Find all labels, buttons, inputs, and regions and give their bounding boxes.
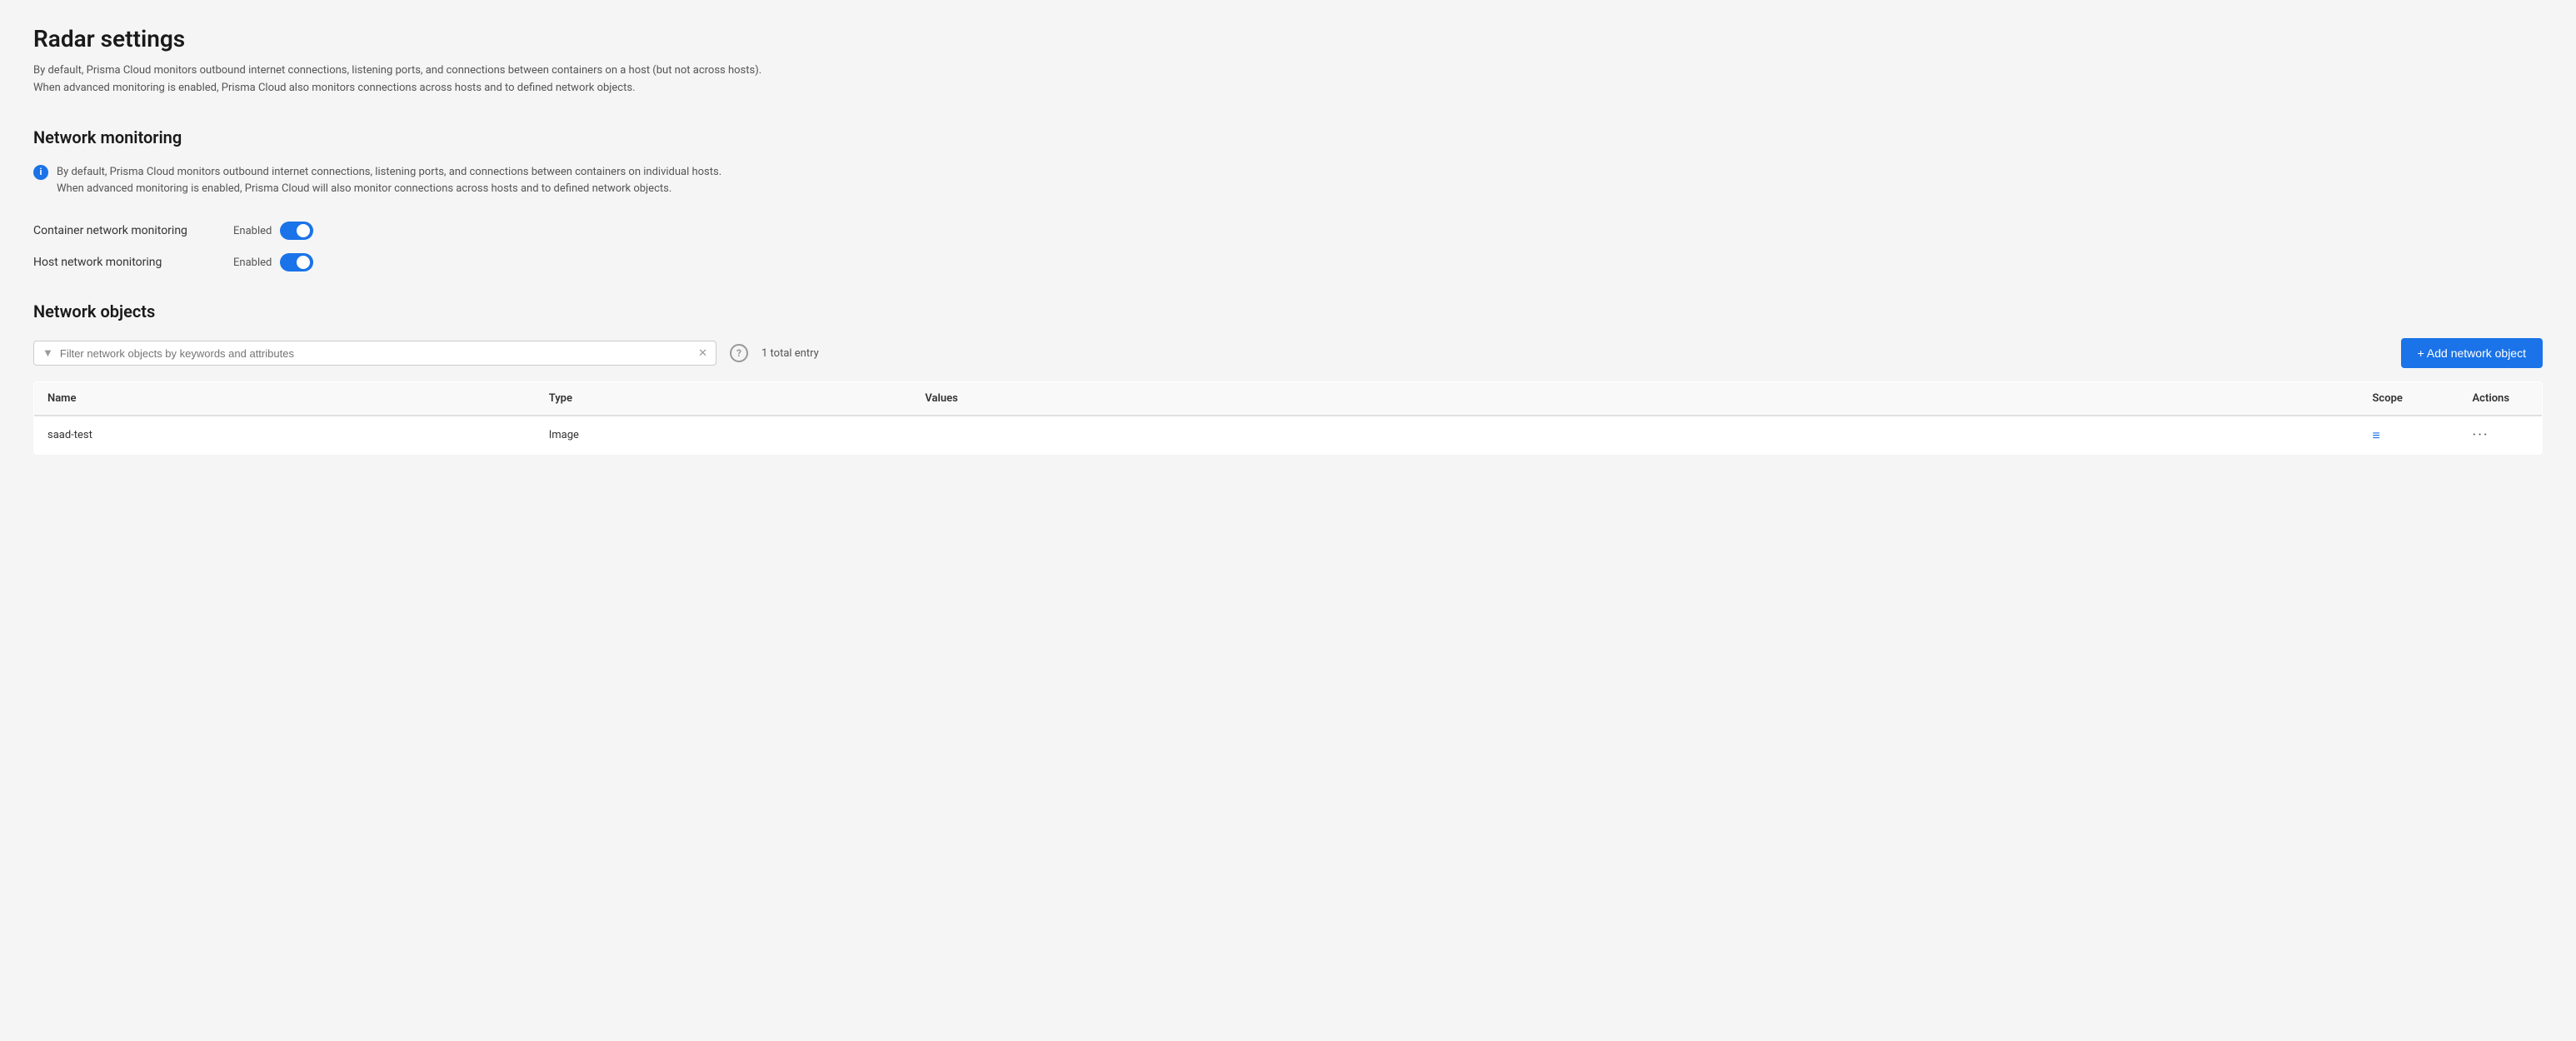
container-monitoring-toggle-group: Enabled xyxy=(233,222,313,240)
host-monitoring-toggle[interactable] xyxy=(280,253,313,271)
page-title: Radar settings xyxy=(33,25,2543,52)
host-monitoring-toggle-group: Enabled xyxy=(233,253,313,271)
total-entries: 1 total entry xyxy=(761,347,2388,360)
info-box: i By default, Prisma Cloud monitors outb… xyxy=(33,164,2543,199)
network-objects-table: Name Type Values Scope Actions saad-test… xyxy=(33,381,2543,455)
container-monitoring-toggle[interactable] xyxy=(280,222,313,240)
filter-input[interactable] xyxy=(60,347,691,360)
filter-icon: ▼ xyxy=(42,346,53,360)
cell-scope[interactable]: ≡ xyxy=(2359,416,2459,455)
cell-values xyxy=(911,416,2359,455)
filter-row: ▼ ✕ ? 1 total entry + Add network object xyxy=(33,338,2543,368)
scope-icon[interactable]: ≡ xyxy=(2373,427,2380,443)
col-header-type: Type xyxy=(536,382,912,416)
help-icon[interactable]: ? xyxy=(730,344,748,362)
page-description: By default, Prisma Cloud monitors outbou… xyxy=(33,62,783,97)
container-monitoring-toggle-label: Enabled xyxy=(233,225,272,237)
actions-menu-button[interactable]: ··· xyxy=(2473,426,2489,444)
col-header-values: Values xyxy=(911,382,2359,416)
host-monitoring-label: Host network monitoring xyxy=(33,256,217,269)
host-monitoring-row: Host network monitoring Enabled xyxy=(33,253,2543,271)
network-objects-section-title: Network objects xyxy=(33,301,2543,321)
info-icon: i xyxy=(33,165,48,180)
host-monitoring-toggle-label: Enabled xyxy=(233,257,272,269)
col-header-actions: Actions xyxy=(2459,382,2543,416)
network-monitoring-section-title: Network monitoring xyxy=(33,127,2543,147)
filter-input-wrapper: ▼ ✕ xyxy=(33,341,716,366)
col-header-scope: Scope xyxy=(2359,382,2459,416)
add-network-object-button[interactable]: + Add network object xyxy=(2401,338,2543,368)
cell-actions[interactable]: ··· xyxy=(2459,416,2543,455)
cell-type: Image xyxy=(536,416,912,455)
clear-icon[interactable]: ✕ xyxy=(698,347,707,360)
table-header-row: Name Type Values Scope Actions xyxy=(34,382,2543,416)
container-monitoring-row: Container network monitoring Enabled xyxy=(33,222,2543,240)
col-header-name: Name xyxy=(34,382,536,416)
network-objects-section: Network objects ▼ ✕ ? 1 total entry + Ad… xyxy=(33,301,2543,455)
cell-name: saad-test xyxy=(34,416,536,455)
info-text: By default, Prisma Cloud monitors outbou… xyxy=(57,164,721,199)
container-monitoring-label: Container network monitoring xyxy=(33,224,217,237)
table-row: saad-test Image ≡ ··· xyxy=(34,416,2543,455)
